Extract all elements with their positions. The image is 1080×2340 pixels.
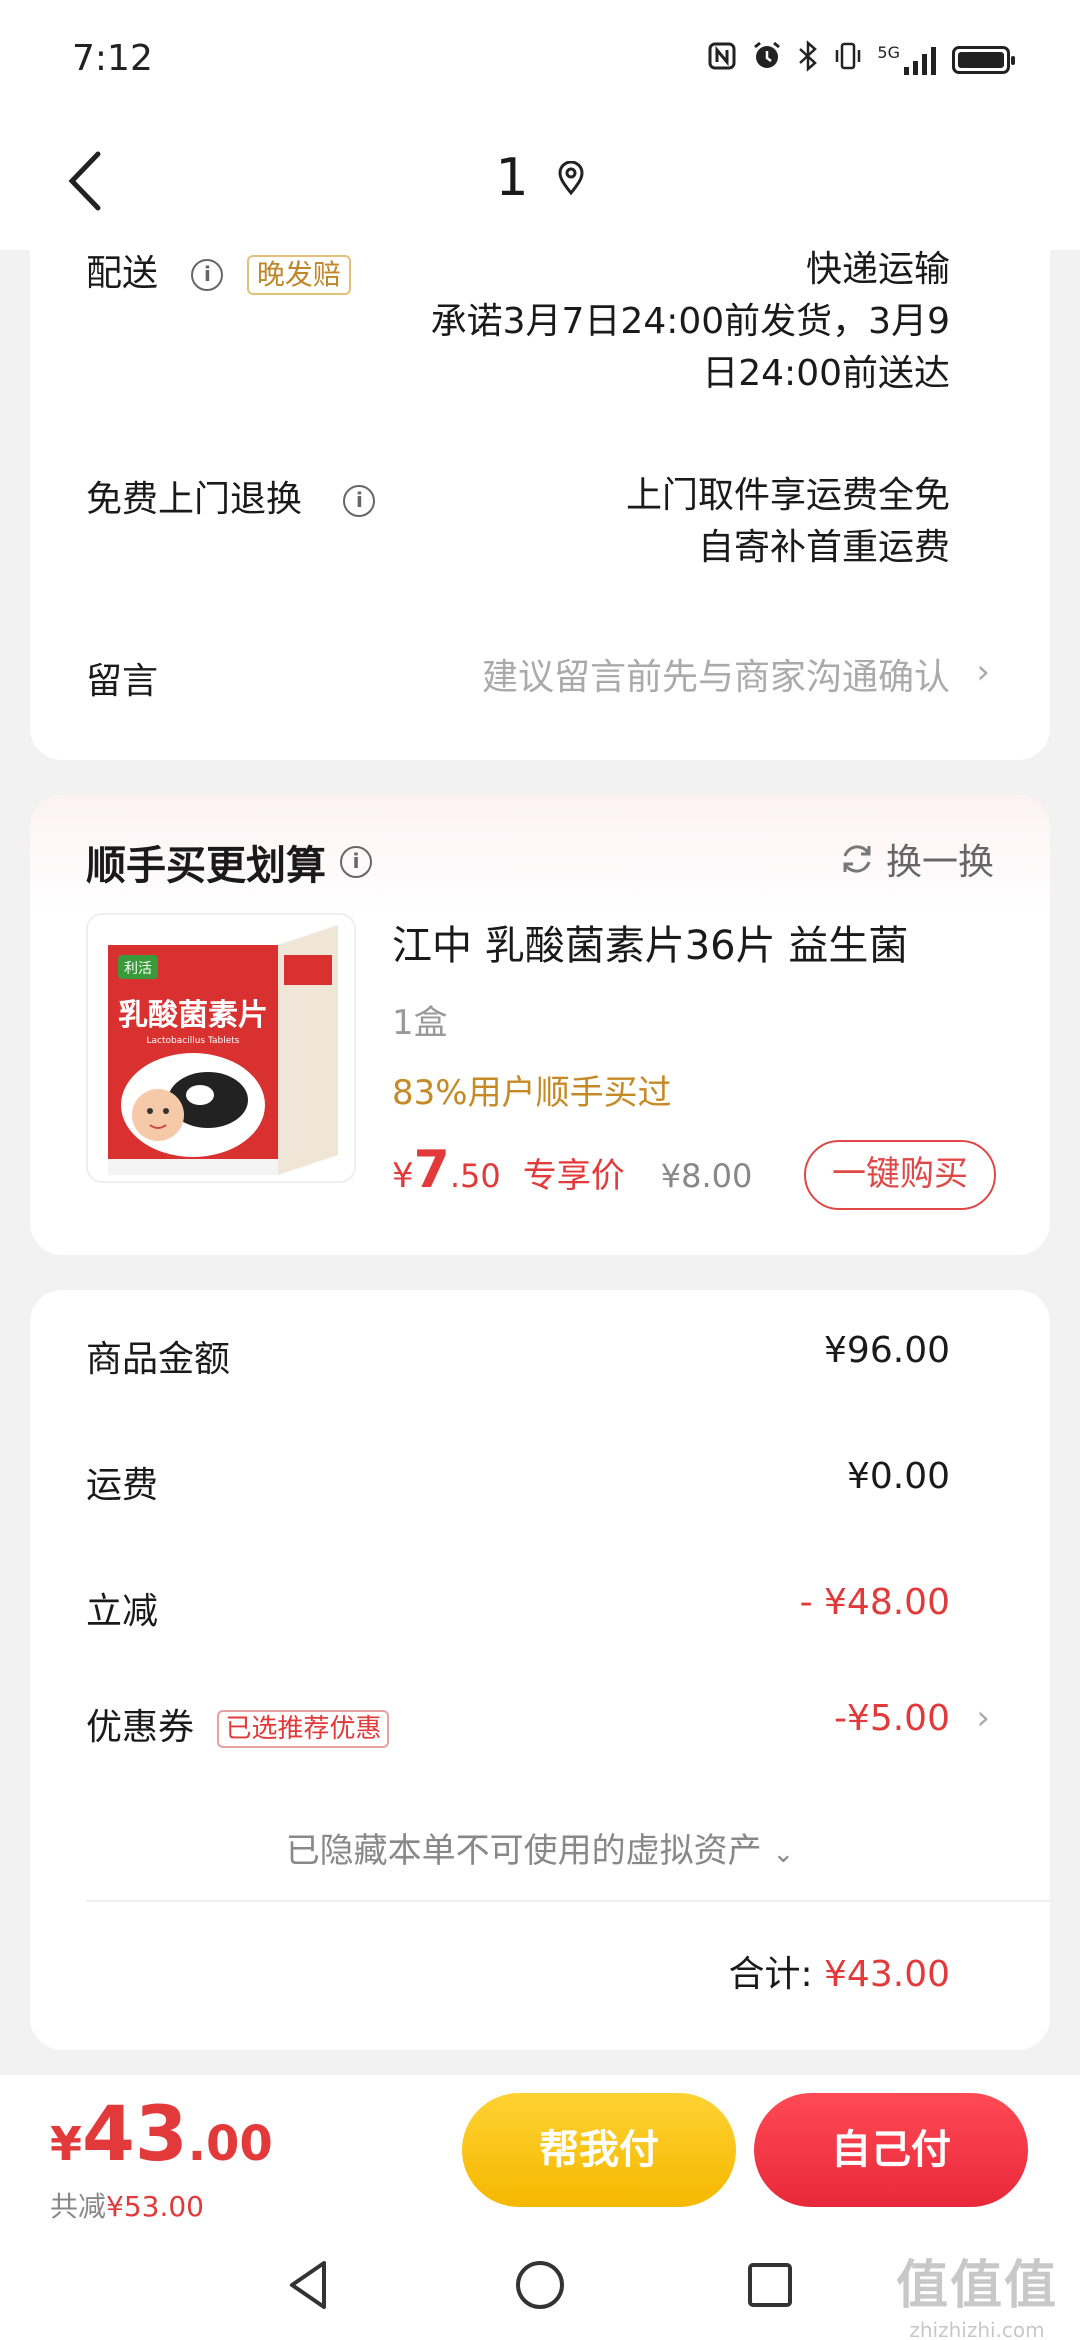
- product-quantity: 1盒: [392, 1003, 448, 1043]
- total-discount-value: ¥53.00: [106, 2190, 204, 2223]
- delivery-promise-line2: 日24:00前送达: [702, 353, 950, 394]
- total-label: 合计:: [728, 1954, 813, 1995]
- total-discount-prefix: 共减: [50, 2190, 107, 2223]
- pay-integer: 43: [82, 2089, 188, 2178]
- refresh-icon: [843, 845, 871, 873]
- price-symbol: ¥: [392, 1156, 414, 1196]
- price-decimal: .50: [449, 1157, 501, 1195]
- product-social-proof: 83%用户顺手买过: [392, 1073, 672, 1113]
- note-input[interactable]: 建议留言前先与商家沟通确认: [482, 652, 950, 704]
- one-click-buy-button[interactable]: 一键购买: [804, 1140, 996, 1210]
- page-title-wrap: 1: [0, 148, 1080, 208]
- hidden-assets-toggle[interactable]: 已隐藏本单不可使用的虚拟资产 ⌄: [30, 1823, 1050, 1872]
- pay-amount: ¥ 43 .00: [50, 2089, 273, 2178]
- network-type: 5G: [877, 43, 900, 62]
- instant-discount-label: 立减: [86, 1591, 159, 1632]
- delivery-promise-line1: 承诺3月7日24:00前发货，3月9: [430, 301, 950, 342]
- shipping-label: 运费: [86, 1465, 159, 1506]
- product-box-image: 利活 乳酸菌素片 Lactobacillus Tablets: [108, 925, 338, 1175]
- delivery-method: 快递运输: [805, 249, 950, 290]
- system-recents-button[interactable]: [740, 2255, 800, 2315]
- product-image-name: 乳酸菌素片: [118, 998, 268, 1033]
- delivery-promise: 承诺3月7日24:00前发货，3月9 日24:00前送达: [431, 296, 950, 400]
- delivery-row: 配送 i 晚发赔: [86, 244, 351, 296]
- chevron-down-icon: ⌄: [772, 1839, 795, 1869]
- free-return-line1: 上门取件享运费全免: [625, 475, 950, 516]
- help-pay-button[interactable]: 帮我付: [462, 2093, 736, 2207]
- info-icon[interactable]: i: [191, 259, 224, 291]
- vibrate-icon: [833, 40, 863, 80]
- triangle-back-icon: [290, 2261, 326, 2309]
- chevron-right-icon[interactable]: ›: [976, 1698, 990, 1738]
- upsell-card: 顺手买更划算 i 换一换 利活 乳酸菌素片 Lactobacillus Tabl…: [30, 795, 1050, 1255]
- status-icons: 5G: [707, 40, 1015, 80]
- delivery-card: 配送 i 晚发赔 快递运输 承诺3月7日24:00前发货，3月9 日24:00前…: [30, 230, 1050, 760]
- location-pin-icon[interactable]: [557, 161, 585, 195]
- product-price: ¥ 7 .50 专享价 ¥8.00: [392, 1140, 752, 1200]
- self-pay-button[interactable]: 自己付: [754, 2093, 1028, 2207]
- price-label: 专享价: [522, 1156, 625, 1196]
- info-icon[interactable]: i: [340, 846, 372, 878]
- coupon-label: 优惠券: [86, 1707, 195, 1748]
- instant-discount-value: - ¥48.00: [799, 1582, 950, 1623]
- product-image[interactable]: 利活 乳酸菌素片 Lactobacillus Tablets: [86, 913, 356, 1183]
- goods-amount-value: ¥96.00: [824, 1330, 950, 1371]
- system-nav-bar: 值值值 zhizhizhi.com: [0, 2235, 1080, 2340]
- total-discount: 共减¥53.00: [50, 2185, 204, 2225]
- coupon-row[interactable]: 优惠券 已选推荐优惠: [86, 1698, 390, 1750]
- free-return-row: 免费上门退换 i: [86, 470, 376, 522]
- chevron-right-icon[interactable]: ›: [976, 652, 990, 692]
- watermark: 值值值 zhizhizhi.com: [896, 2243, 1058, 2340]
- coupon-value[interactable]: -¥5.00: [834, 1698, 950, 1739]
- nfc-icon: [707, 41, 737, 79]
- note-label: 留言: [86, 661, 159, 702]
- goods-amount-label: 商品金额: [86, 1339, 231, 1380]
- order-summary-card: 商品金额 ¥96.00 运费 ¥0.00 立减 - ¥48.00 优惠券 已选推…: [30, 1290, 1050, 2050]
- late-compensation-tag: 晚发赔: [246, 255, 351, 295]
- alarm-icon: [751, 40, 783, 80]
- upsell-title-row: 顺手买更划算 i: [86, 833, 372, 891]
- signal-icon: 5G: [877, 45, 938, 75]
- status-bar: 7:12 5G: [0, 0, 1080, 120]
- upsell-title: 顺手买更划算: [86, 843, 326, 889]
- product-image-subtitle: Lactobacillus Tablets: [147, 1036, 240, 1046]
- square-recents-icon: [748, 2263, 792, 2307]
- free-return-label: 免费上门退换: [86, 479, 303, 520]
- total-value: ¥43.00: [824, 1954, 950, 1995]
- original-price: ¥8.00: [660, 1157, 753, 1195]
- swap-button[interactable]: 换一换: [838, 833, 994, 885]
- free-return-line2: 自寄补首重运费: [697, 527, 950, 568]
- product-name[interactable]: 江中 乳酸菌素片36片 益生菌: [392, 913, 908, 971]
- system-back-button[interactable]: [280, 2255, 340, 2315]
- free-return-detail: 上门取件享运费全免 自寄补首重运费: [626, 470, 950, 574]
- bottom-pay-bar: ¥ 43 .00 共减¥53.00 帮我付 自己付: [0, 2075, 1080, 2235]
- pay-symbol: ¥: [50, 2117, 83, 2171]
- price-integer: 7: [413, 1140, 450, 1200]
- divider: [86, 1900, 1050, 1902]
- info-icon[interactable]: i: [343, 485, 376, 517]
- watermark-url: zhizhizhi.com: [909, 2318, 1045, 2340]
- status-time: 7:12: [72, 38, 153, 79]
- bluetooth-icon: [797, 40, 819, 80]
- page-title: 1: [495, 148, 529, 208]
- circle-home-icon: [516, 2261, 564, 2309]
- pay-decimal: .00: [187, 2116, 273, 2172]
- swap-label: 换一换: [885, 842, 994, 883]
- battery-icon: [952, 46, 1015, 74]
- product-image-brand: 利活: [124, 961, 152, 977]
- shipping-value: ¥0.00: [846, 1456, 950, 1497]
- total-row: 合计: ¥43.00: [728, 1945, 950, 1997]
- watermark-logo: 值值值: [895, 2256, 1058, 2316]
- coupon-tag: 已选推荐优惠: [217, 1710, 390, 1748]
- system-home-button[interactable]: [510, 2255, 570, 2315]
- delivery-label: 配送: [86, 253, 159, 294]
- hidden-assets-text: 已隐藏本单不可使用的虚拟资产: [285, 1831, 762, 1871]
